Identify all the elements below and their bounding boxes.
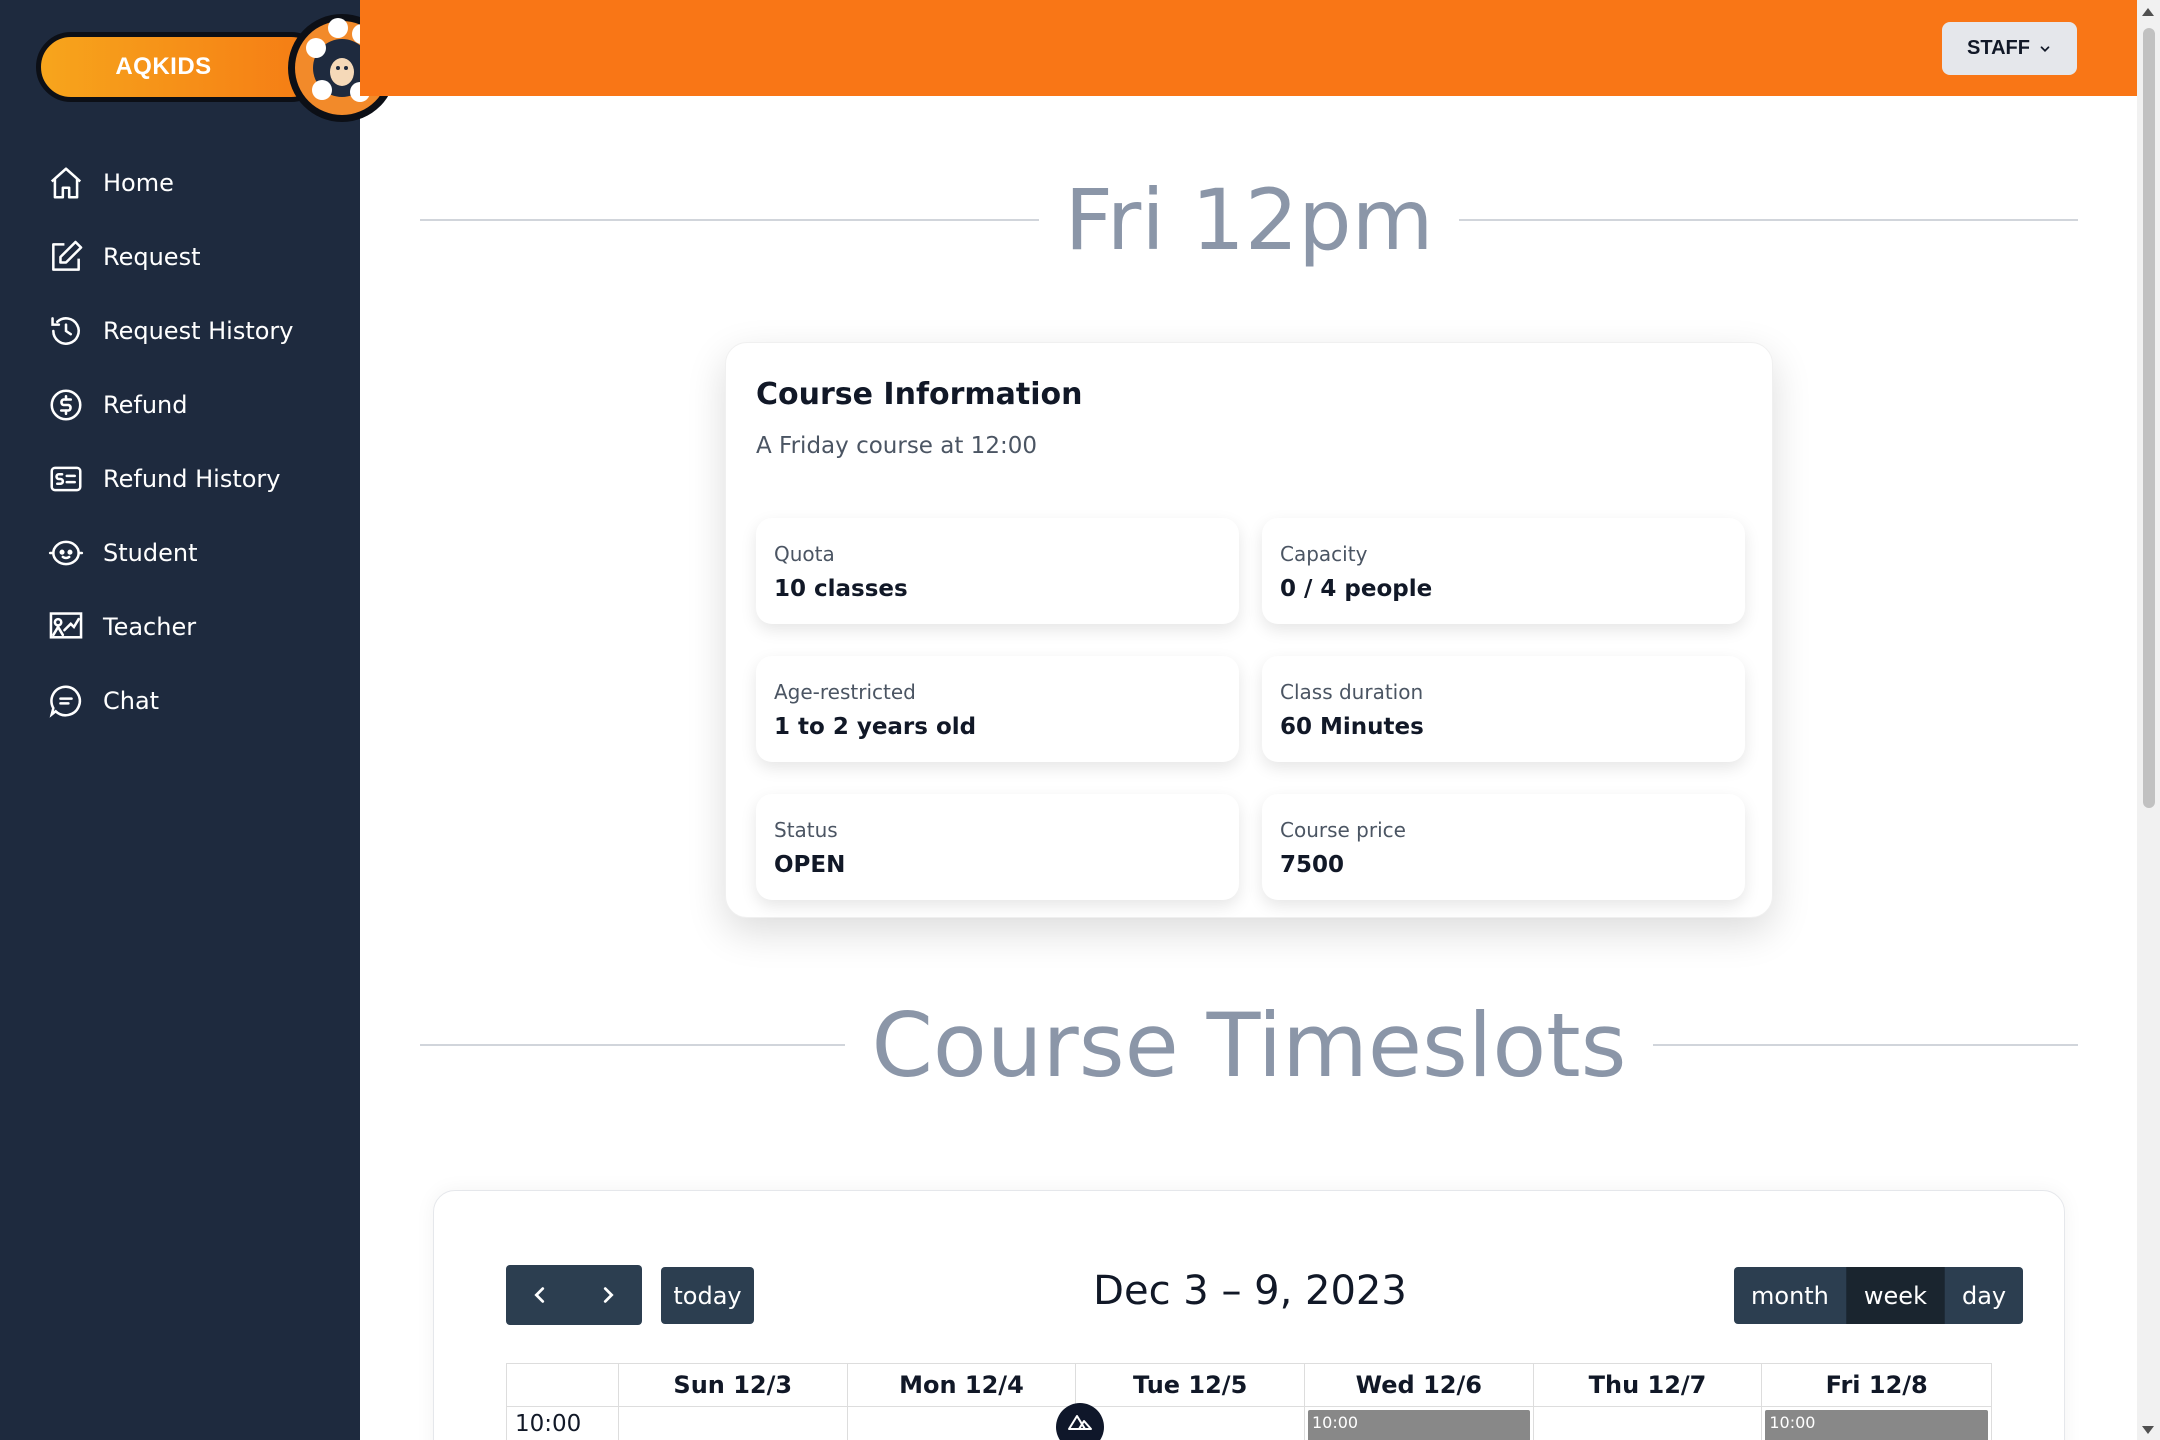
sidebar-item-label: Refund [103,391,188,419]
info-tile-quota: Quota 10 classes [756,518,1239,624]
sidebar-item-label: Teacher [103,613,197,641]
view-month-button[interactable]: month [1734,1267,1847,1324]
view-day-button[interactable]: day [1944,1267,2024,1324]
tile-label: Course price [1280,818,1406,842]
day-header-sun[interactable]: Sun 12/3 [619,1364,848,1406]
scroll-down-arrow-icon[interactable] [2142,1426,2154,1434]
prev-week-button[interactable] [506,1265,574,1325]
sidebar-item-label: Request History [103,317,294,345]
sidebar-item-label: Student [103,539,198,567]
brand-pill[interactable]: AQKIDS [36,32,326,102]
user-menu-label: STAFF [1967,37,2030,59]
title-divider-left [420,219,1039,221]
slot-cell-sun[interactable] [619,1407,848,1440]
tile-value: 0 / 4 people [1280,576,1433,602]
tile-label: Class duration [1280,680,1424,704]
title-divider-right [1459,219,2078,221]
sidebar-item-label: Chat [103,687,160,715]
tile-value: 60 Minutes [1280,714,1424,740]
course-info-title: Course Information [756,377,1083,412]
user-menu-button[interactable]: STAFF [1942,22,2077,75]
tile-value: 1 to 2 years old [774,714,977,740]
time-slot-label-cell: 10:00 AM [507,1407,619,1440]
time-column-header [507,1364,619,1406]
tile-value: OPEN [774,852,846,878]
title-divider-left [420,1044,846,1046]
calendar-nav-group [506,1265,642,1325]
page-scrollbar[interactable] [2137,0,2160,1440]
sidebar-item-refund-history[interactable]: Refund History [44,442,294,516]
sidebar: AQKIDS Home Request Request History Refu… [0,0,396,1440]
tile-label: Quota [774,542,835,566]
sidebar-item-request[interactable]: Request [44,220,294,294]
sidebar-item-label: Refund History [103,465,281,493]
chevron-right-icon [603,1287,614,1303]
slot-cell-wed[interactable]: 10:00 [1305,1407,1534,1440]
sidebar-item-label: Home [103,169,174,197]
today-button[interactable]: today [661,1267,754,1324]
baby-icon [44,531,88,575]
calendar-event[interactable]: 10:00 [1307,1410,1530,1440]
calendar-header-row: Sun 12/3 Mon 12/4 Tue 12/5 Wed 12/6 Thu … [506,1363,1992,1406]
info-tile-duration: Class duration 60 Minutes [1262,656,1745,762]
day-header-wed[interactable]: Wed 12/6 [1305,1364,1534,1406]
sidebar-item-student[interactable]: Student [44,516,294,590]
brand-name: AQKIDS [115,53,212,80]
info-tile-capacity: Capacity 0 / 4 people [1262,518,1745,624]
sidebar-item-teacher[interactable]: Teacher [44,590,294,664]
info-tile-price: Course price 7500 [1262,794,1745,900]
history-icon [44,309,88,353]
time-slot-row: 10:00 AM 10:00 10:00 [506,1406,1992,1440]
info-tile-age: Age-restricted 1 to 2 years old [756,656,1239,762]
slot-cell-tue[interactable] [1076,1407,1305,1440]
page-title: Fri 12pm [1064,171,1434,269]
chalkboard-icon [44,605,88,649]
scroll-up-arrow-icon[interactable] [2142,8,2154,16]
day-header-mon[interactable]: Mon 12/4 [848,1364,1077,1406]
mountain-logo-icon [1068,1415,1092,1430]
timeslots-title-row: Course Timeslots [420,993,2079,1097]
top-bar: STAFF [360,0,2137,96]
home-icon [44,161,88,205]
chevron-left-icon [534,1287,545,1303]
receipt-icon [44,457,88,501]
view-week-button[interactable]: week [1846,1267,1945,1324]
chevron-down-icon [2040,45,2050,52]
sidebar-item-request-history[interactable]: Request History [44,294,294,368]
page-title-row: Fri 12pm [420,170,2078,270]
course-info-card: Course Information A Friday course at 12… [725,342,1773,918]
course-info-subtitle: A Friday course at 12:00 [756,433,1037,459]
title-divider-right [1652,1044,2079,1046]
sidebar-item-refund[interactable]: Refund [44,368,294,442]
calendar-date-range: Dec 3 – 9, 2023 [1093,1268,1407,1314]
timeslots-title: Course Timeslots [871,993,1627,1097]
calendar-event[interactable]: 10:00 [1765,1410,1989,1440]
sidebar-nav: Home Request Request History Refund Refu… [44,146,294,738]
day-header-tue[interactable]: Tue 12/5 [1076,1364,1305,1406]
scrollbar-thumb[interactable] [2143,28,2155,808]
info-tile-status: Status OPEN [756,794,1239,900]
tile-label: Capacity [1280,542,1368,566]
tile-value: 10 classes [774,576,908,602]
tile-label: Status [774,818,838,842]
tile-value: 7500 [1280,852,1345,878]
slot-cell-thu[interactable] [1534,1407,1763,1440]
chat-icon [44,679,88,723]
day-header-fri[interactable]: Fri 12/8 [1762,1364,1991,1406]
day-header-thu[interactable]: Thu 12/7 [1534,1364,1763,1406]
edit-icon [44,235,88,279]
slot-cell-fri[interactable]: 10:00 [1762,1407,1991,1440]
time-slot-label: 10:00 AM [515,1411,582,1440]
tile-label: Age-restricted [774,680,916,704]
sidebar-item-home[interactable]: Home [44,146,294,220]
next-week-button[interactable] [574,1265,642,1325]
dollar-icon [44,383,88,427]
calendar-view-switcher: month week day [1734,1267,2024,1324]
calendar-week-grid: Sun 12/3 Mon 12/4 Tue 12/5 Wed 12/6 Thu … [506,1363,1992,1440]
slot-cell-mon[interactable] [848,1407,1077,1440]
sidebar-item-label: Request [103,243,201,271]
sidebar-item-chat[interactable]: Chat [44,664,294,738]
